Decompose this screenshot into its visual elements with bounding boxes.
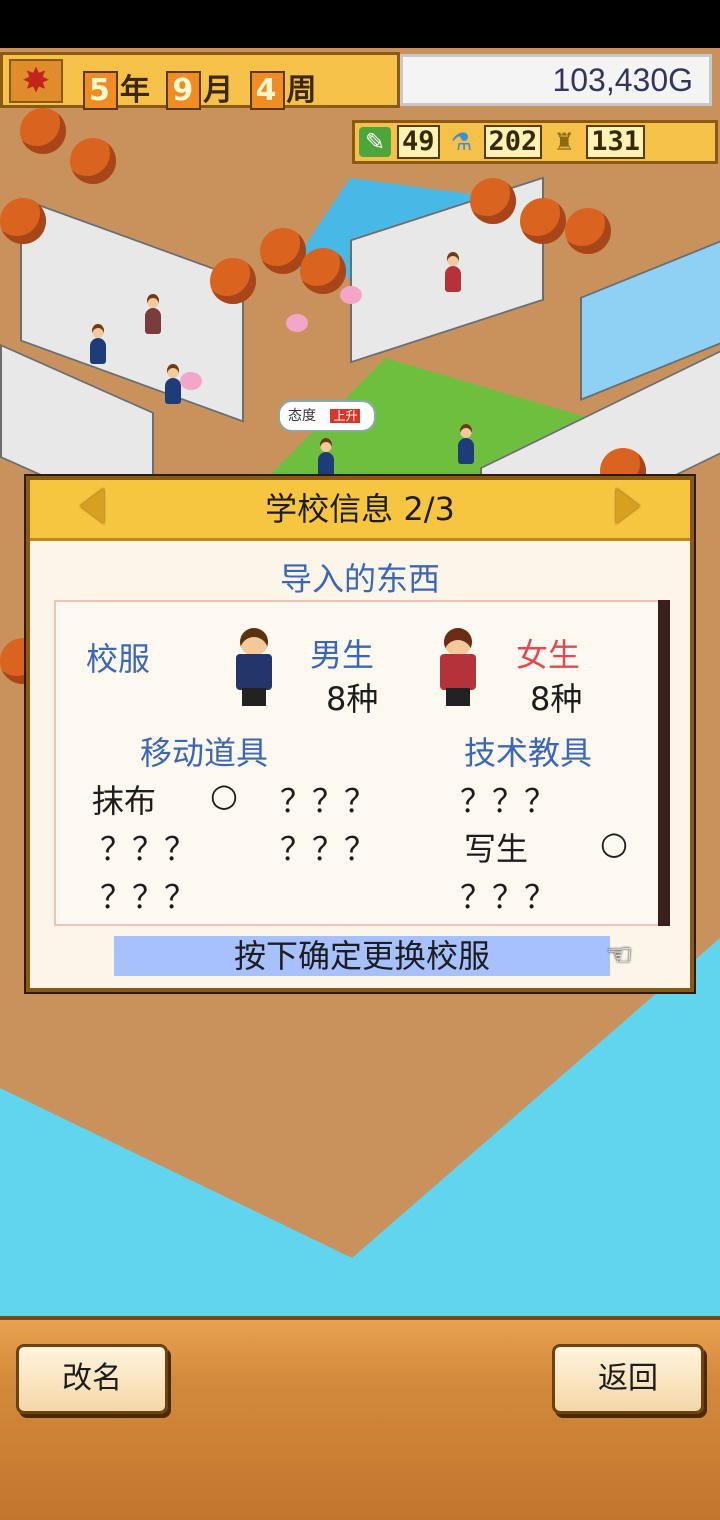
female-uniform-sprite[interactable]	[436, 628, 480, 708]
date-panel[interactable]: ✸ 5年 9月 4周	[0, 52, 400, 110]
list-item[interactable]: ？？？	[460, 872, 556, 918]
research-stat-value: 202	[483, 125, 543, 159]
attitude-badge: 上升	[330, 409, 361, 423]
trophy-stat-value: 131	[586, 125, 646, 159]
flask-icon: ⚗	[450, 128, 473, 156]
stats-panel[interactable]: ✎ 49 ⚗ 202 ♜ 131	[352, 120, 718, 164]
male-label: 男生	[310, 636, 375, 674]
tech-tools-header: 技术教具	[464, 734, 593, 772]
school-info-dialog: 学校信息 2/3 导入的东西 校服 男生 8种 女生 8种 移动道具 技术教具 …	[26, 476, 694, 992]
autumn-tree-icon	[520, 198, 566, 244]
male-uniform-sprite[interactable]	[232, 628, 276, 708]
bunny-sprite	[180, 372, 202, 390]
section-heading: 导入的东西	[279, 560, 440, 598]
next-page-arrow-icon[interactable]	[616, 488, 640, 524]
rename-button[interactable]: 改名	[16, 1344, 168, 1414]
list-item[interactable]: ？？？	[100, 824, 196, 870]
pointing-hand-icon: ☜	[606, 938, 633, 973]
week-unit: 周	[286, 73, 319, 108]
mobile-items-header: 移动道具	[140, 734, 269, 772]
attitude-bubble: 态度 上升	[278, 400, 376, 432]
year-unit: 年	[119, 73, 152, 108]
change-uniform-prompt[interactable]: 按下确定更换校服	[114, 936, 610, 976]
autumn-tree-icon	[470, 178, 516, 224]
panel-scrollbar[interactable]	[658, 600, 670, 926]
study-stat-value: 49	[397, 125, 440, 159]
student-sprite[interactable]	[145, 294, 161, 334]
list-item[interactable]: ？？？	[460, 776, 556, 822]
autumn-tree-icon	[20, 108, 66, 154]
bunny-sprite	[286, 314, 308, 332]
year-value: 5	[83, 71, 118, 110]
pencil-icon: ✎	[359, 127, 391, 157]
list-item[interactable]: ？？？	[280, 824, 376, 870]
dialog-title: 学校信息 2/3	[265, 490, 455, 528]
list-item[interactable]: ？？？	[280, 776, 376, 822]
autumn-tree-icon	[300, 248, 346, 294]
student-sprite[interactable]	[445, 252, 461, 292]
female-label: 女生	[516, 636, 581, 674]
autumn-tree-icon	[210, 258, 256, 304]
money-display[interactable]: 103,430G	[400, 54, 712, 106]
student-sprite[interactable]	[318, 438, 334, 478]
student-sprite[interactable]	[90, 324, 106, 364]
owned-mark: ○	[210, 776, 238, 814]
week-value: 4	[249, 71, 285, 110]
list-item[interactable]: 抹布	[92, 776, 156, 822]
month-unit: 月	[203, 73, 236, 108]
male-uniform-count: 8种	[326, 680, 379, 718]
list-item[interactable]: ？？？	[100, 872, 196, 918]
list-item[interactable]: 写生	[464, 824, 528, 870]
trophy-icon: ♜	[553, 128, 576, 156]
autumn-tree-icon	[260, 228, 306, 274]
back-button[interactable]: 返回	[552, 1344, 704, 1414]
student-sprite[interactable]	[458, 424, 474, 464]
bunny-sprite	[340, 286, 362, 304]
bottom-bar: 改名 返回	[0, 1316, 720, 1520]
attitude-label: 态度	[288, 408, 316, 424]
student-sprite[interactable]	[165, 364, 181, 404]
date-display: 5年 9月 4周	[81, 65, 319, 110]
owned-mark: ○	[600, 824, 628, 862]
uniform-label: 校服	[86, 640, 151, 678]
autumn-tree-icon	[70, 138, 116, 184]
month-value: 9	[166, 71, 202, 110]
autumn-tree-icon	[0, 198, 46, 244]
prev-page-arrow-icon[interactable]	[80, 488, 104, 524]
maple-leaf-icon: ✸	[9, 59, 63, 103]
female-uniform-count: 8种	[530, 680, 583, 718]
autumn-tree-icon	[565, 208, 611, 254]
